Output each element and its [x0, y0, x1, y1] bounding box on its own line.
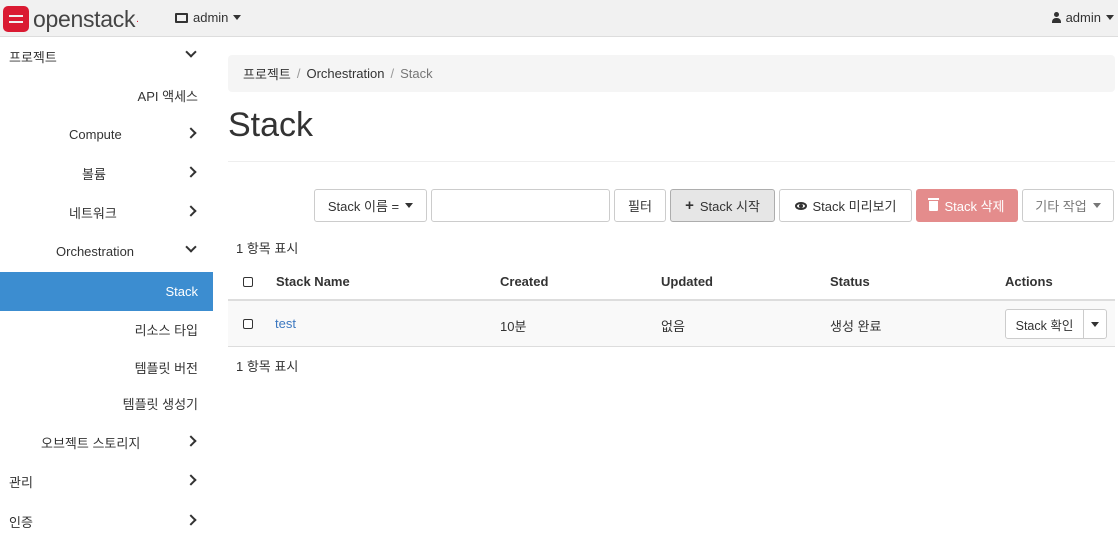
sidebar-item-identity[interactable]: 인증: [0, 502, 213, 541]
sidebar-item-project[interactable]: 프로젝트: [0, 37, 213, 76]
monitor-icon: [175, 12, 188, 23]
user-menu[interactable]: admin: [1051, 10, 1114, 25]
sidebar-item-label: Orchestration: [56, 244, 135, 259]
page-title: Stack: [228, 106, 314, 144]
chevron-right-icon: [185, 435, 197, 447]
sidebar-item-orchestration[interactable]: Orchestration: [0, 232, 213, 271]
logo-dot-icon: .: [136, 13, 139, 25]
chevron-right-icon: [185, 166, 197, 178]
sidebar-item-template-generator[interactable]: 템플릿 생성기: [0, 384, 213, 423]
filter-field-select[interactable]: Stack 이름 =: [314, 189, 427, 222]
caret-down-icon: [1091, 321, 1099, 327]
launch-stack-button[interactable]: + Stack 시작: [670, 189, 775, 222]
sidebar-item-object-storage[interactable]: 오브젝트 스토리지: [0, 423, 213, 462]
sidebar-item-label: 프로젝트: [9, 50, 57, 65]
row-checkbox[interactable]: [243, 319, 253, 329]
sidebar-item-label: 관리: [9, 475, 33, 490]
sidebar-item-label: 리소스 타입: [134, 323, 198, 338]
cell-updated: 없음: [661, 319, 685, 334]
column-header-created[interactable]: Created: [500, 274, 548, 289]
chevron-down-icon: [185, 46, 197, 58]
breadcrumb-orchestration[interactable]: Orchestration: [306, 66, 384, 81]
caret-down-icon: [1106, 15, 1114, 20]
breadcrumb-separator: /: [296, 66, 301, 81]
user-icon: [1051, 12, 1061, 23]
item-count-top: 1 항목 표시: [236, 241, 299, 256]
chevron-right-icon: [185, 127, 197, 139]
more-actions-label: 기타 작업: [1035, 199, 1087, 214]
plus-icon: +: [685, 197, 694, 214]
sidebar: 프로젝트 API 액세스 Compute 볼륨 네트워크 Orchestrati…: [0, 37, 213, 558]
sidebar-item-network[interactable]: 네트워크: [0, 193, 213, 232]
sidebar-item-label: Stack: [165, 284, 198, 299]
sidebar-item-template-versions[interactable]: 템플릿 버전: [0, 348, 213, 387]
filter-button-label: 필터: [628, 199, 652, 214]
sidebar-item-resource-types[interactable]: 리소스 타입: [0, 310, 213, 349]
delete-stack-label: Stack 삭제: [944, 199, 1005, 214]
sidebar-item-volumes[interactable]: 볼륨: [0, 154, 213, 193]
select-all-checkbox[interactable]: [243, 277, 253, 287]
sidebar-item-stack[interactable]: Stack: [0, 272, 213, 311]
row-actions-toggle[interactable]: [1084, 310, 1106, 338]
sidebar-item-label: 템플릿 버전: [134, 361, 198, 376]
trash-icon: [928, 197, 940, 211]
launch-stack-label: Stack 시작: [699, 199, 760, 214]
delete-stack-button[interactable]: Stack 삭제: [916, 189, 1018, 222]
column-header-stack-name[interactable]: Stack Name: [276, 274, 350, 289]
search-input[interactable]: [431, 189, 610, 222]
breadcrumb-current: Stack: [400, 66, 433, 81]
check-stack-button[interactable]: Stack 확인: [1006, 310, 1084, 338]
cell-created: 10분: [500, 319, 527, 334]
caret-down-icon: [233, 15, 242, 20]
preview-stack-button[interactable]: Stack 미리보기: [779, 189, 912, 222]
eye-icon: [794, 201, 807, 210]
row-action-split-button: Stack 확인: [1005, 309, 1107, 339]
logo-text: openstack: [33, 5, 136, 32]
cell-status: 생성 완료: [830, 319, 882, 334]
column-header-status[interactable]: Status: [830, 274, 870, 289]
openstack-logo-icon: [3, 6, 29, 32]
sidebar-item-label: 템플릿 생성기: [122, 397, 198, 412]
breadcrumb-separator: /: [390, 66, 395, 81]
chevron-right-icon: [185, 474, 197, 486]
title-divider: [228, 161, 1115, 162]
column-header-updated[interactable]: Updated: [661, 274, 713, 289]
breadcrumb: 프로젝트 / Orchestration / Stack: [228, 55, 1115, 92]
user-name: admin: [1065, 10, 1101, 25]
sidebar-item-label: Compute: [69, 127, 122, 142]
chevron-right-icon: [185, 514, 197, 526]
breadcrumb-project[interactable]: 프로젝트: [243, 64, 291, 83]
sidebar-item-label: 네트워크: [69, 206, 117, 221]
filter-field-label: Stack 이름 =: [327, 199, 400, 214]
filter-button[interactable]: 필터: [614, 189, 666, 222]
project-name: admin: [193, 10, 229, 25]
more-actions-dropdown[interactable]: 기타 작업: [1022, 189, 1114, 222]
column-header-actions: Actions: [1005, 274, 1053, 289]
chevron-down-icon: [185, 241, 197, 253]
sidebar-item-api-access[interactable]: API 액세스: [0, 76, 213, 115]
project-selector[interactable]: admin: [175, 10, 242, 25]
item-count-bottom: 1 항목 표시: [236, 359, 299, 374]
sidebar-item-label: 오브젝트 스토리지: [41, 436, 141, 451]
sidebar-item-admin[interactable]: 관리: [0, 462, 213, 501]
stack-name-link[interactable]: test: [275, 316, 296, 331]
sidebar-item-label: 볼륨: [82, 167, 106, 182]
sidebar-item-label: API 액세스: [137, 89, 198, 104]
caret-down-icon: [405, 203, 414, 208]
top-navbar: openstack. admin admin: [0, 0, 1118, 37]
sidebar-item-label: 인증: [9, 515, 33, 530]
openstack-logo[interactable]: openstack.: [3, 4, 139, 34]
chevron-right-icon: [185, 205, 197, 217]
preview-stack-label: Stack 미리보기: [812, 199, 897, 214]
caret-down-icon: [1092, 203, 1101, 208]
sidebar-item-compute[interactable]: Compute: [0, 115, 213, 154]
